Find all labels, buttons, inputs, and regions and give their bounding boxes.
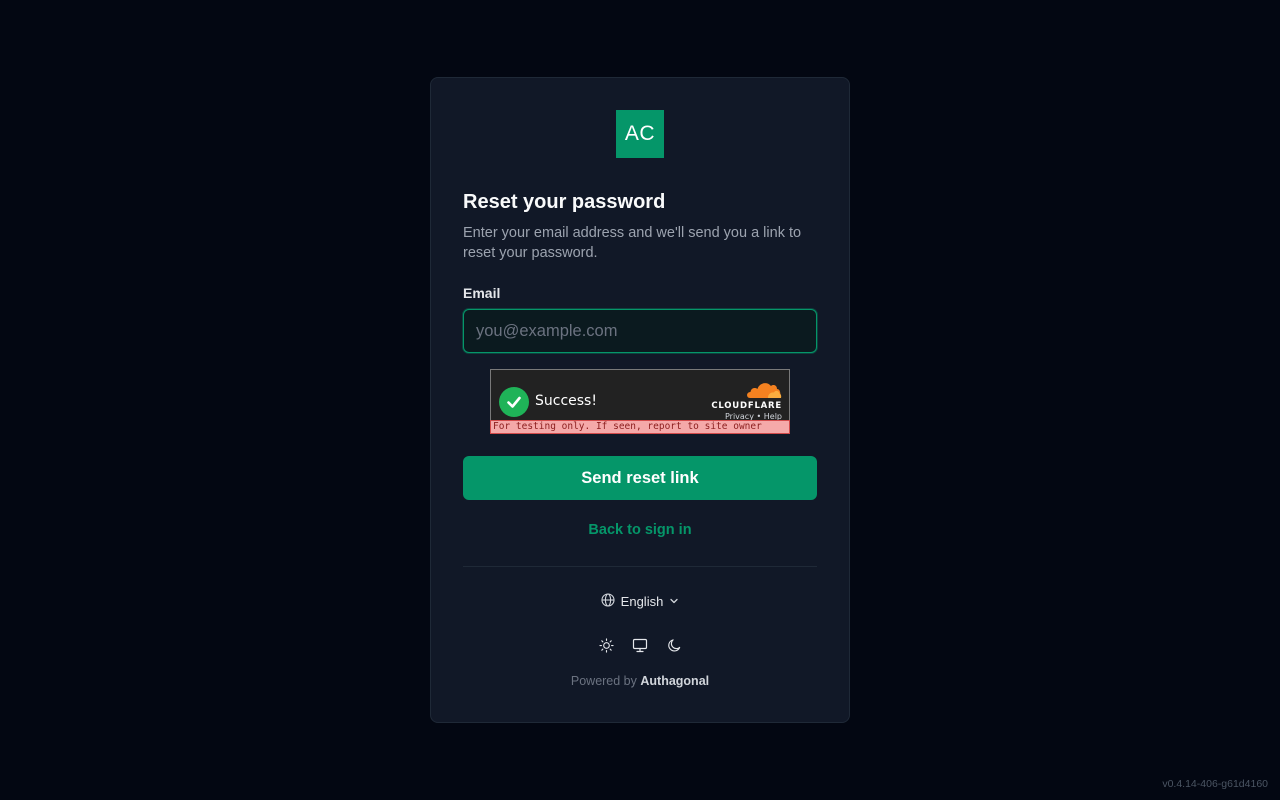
cloudflare-cloud-icon	[747, 383, 782, 398]
captcha-test-warning: For testing only. If seen, report to sit…	[490, 420, 790, 434]
email-input[interactable]	[463, 309, 817, 353]
moon-icon	[667, 638, 680, 651]
divider	[463, 566, 817, 567]
light-theme-button[interactable]	[598, 637, 614, 653]
language-label: English	[620, 593, 664, 609]
version-label: v0.4.14-406-g61d4160	[1162, 778, 1268, 790]
globe-icon	[601, 592, 615, 610]
sun-icon	[598, 637, 614, 653]
language-selector[interactable]: English	[463, 591, 817, 611]
page-subtitle: Enter your email address and we'll send …	[463, 225, 802, 261]
back-to-sign-in-link[interactable]: Back to sign in	[463, 520, 817, 540]
cloudflare-wordmark: CLOUDFLARE	[711, 401, 782, 411]
system-theme-button[interactable]	[632, 637, 648, 653]
cloudflare-brand: CLOUDFLARE Privacy • Help	[702, 380, 782, 422]
page-title: Reset your password	[463, 191, 666, 213]
powered-by-prefix: Powered by	[570, 674, 637, 688]
captcha-status: Success!	[535, 393, 597, 409]
chevron-down-icon	[669, 594, 679, 609]
dark-theme-button[interactable]	[666, 637, 682, 653]
brand-logo: AC	[616, 110, 664, 158]
send-reset-link-button[interactable]: Send reset link	[463, 456, 817, 500]
powered-by-brand: Authagonal	[640, 674, 710, 688]
theme-switcher	[463, 637, 817, 653]
success-check-icon	[499, 387, 529, 417]
monitor-icon	[632, 638, 648, 652]
email-label: Email	[463, 285, 501, 301]
captcha-widget: Success! CLOUDFLARE Privacy • Help For t…	[490, 369, 790, 434]
powered-by: Powered by Authagonal	[463, 673, 817, 689]
reset-password-card: AC Reset your password Enter your email …	[430, 77, 850, 723]
